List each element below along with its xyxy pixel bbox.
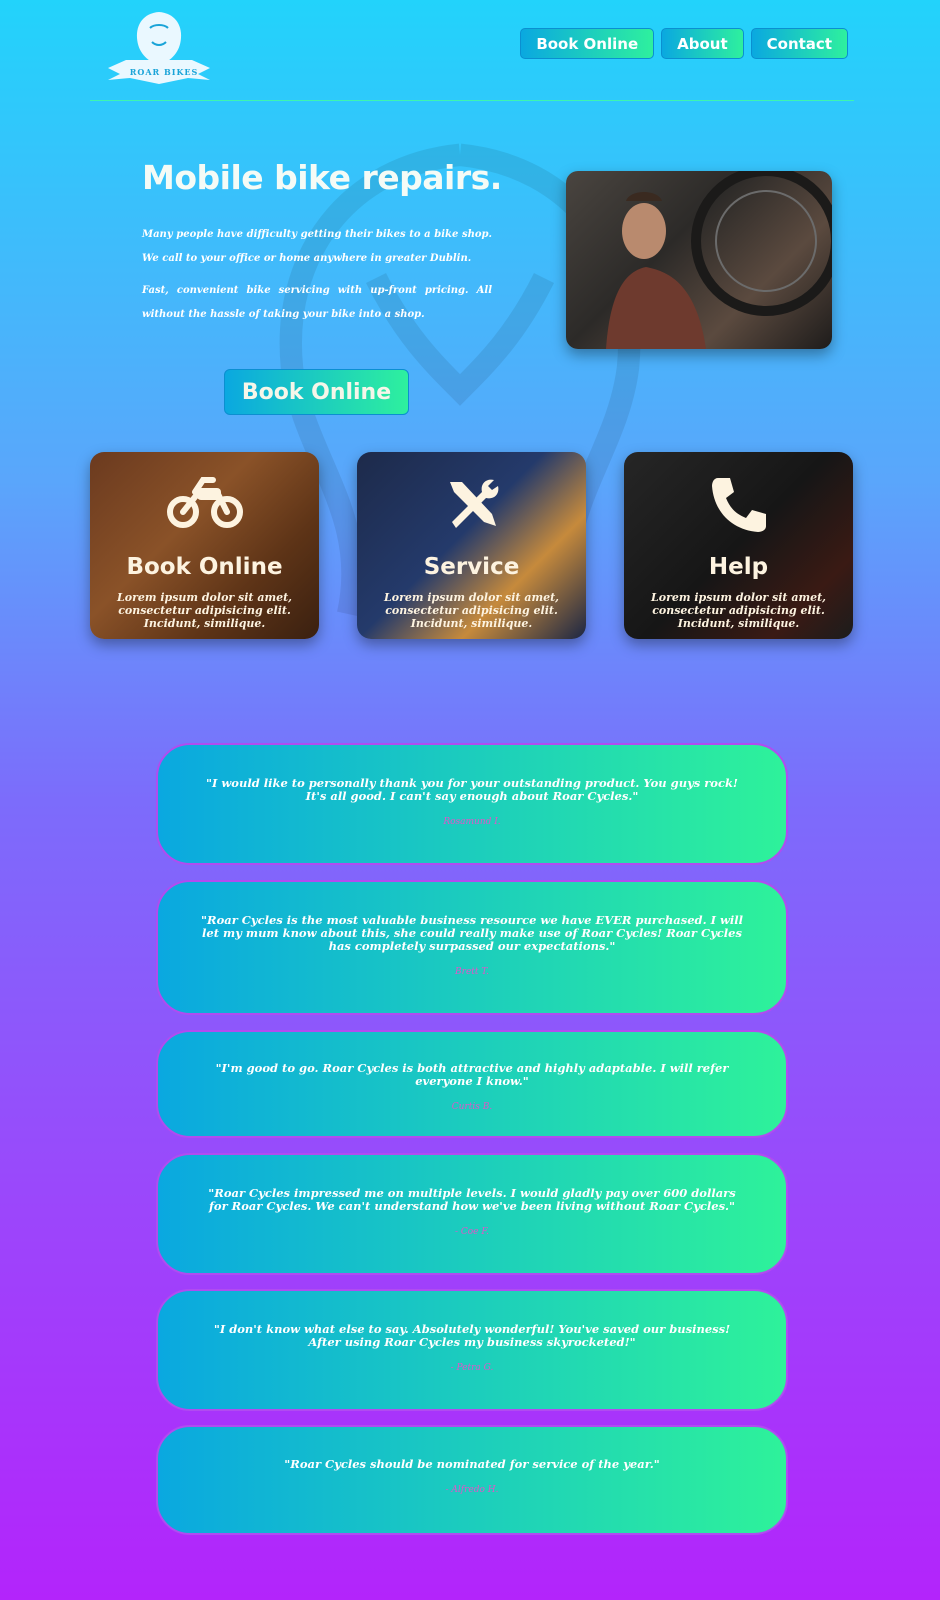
testimonial-card: "I would like to personally thank you fo… bbox=[156, 743, 788, 865]
nav-contact-button[interactable]: Contact bbox=[750, 28, 848, 59]
phone-icon bbox=[711, 478, 766, 532]
tools-icon bbox=[449, 479, 498, 528]
testimonial-card: "Roar Cycles should be nominated for ser… bbox=[156, 1425, 788, 1535]
testimonial-card: "I don't know what else to say. Absolute… bbox=[156, 1289, 788, 1411]
site-header: ROAR BIKES Book Online About Contact bbox=[90, 0, 854, 101]
main-nav: Book Online About Contact bbox=[520, 28, 848, 59]
card-text: Lorem ipsum dolor sit amet, consectetur … bbox=[384, 591, 559, 630]
card-title: Service bbox=[423, 554, 520, 580]
mechanic-photo bbox=[566, 171, 832, 349]
testimonial-quote: "Roar Cycles impressed me on multiple le… bbox=[208, 1186, 736, 1213]
nav-about-button[interactable]: About bbox=[661, 28, 744, 59]
card-book-online[interactable]: Book Online Lorem ipsum dolor sit amet, … bbox=[90, 452, 319, 639]
testimonial-author: - Petra G. bbox=[450, 1363, 494, 1373]
testimonial-author: - Coe F. bbox=[454, 1227, 490, 1237]
logo-text: ROAR BIKES bbox=[129, 67, 199, 77]
testimonial-author: Rosamund I. bbox=[443, 817, 501, 827]
roar-bikes-logo[interactable]: ROAR BIKES bbox=[102, 8, 216, 88]
testimonial-author: Brett T. bbox=[455, 967, 489, 977]
hero-paragraph: Fast, convenient bike servicing with up-… bbox=[142, 285, 492, 320]
card-title: Book Online bbox=[126, 554, 283, 580]
testimonial-card: "Roar Cycles impressed me on multiple le… bbox=[156, 1153, 788, 1275]
card-service[interactable]: Service Lorem ipsum dolor sit amet, cons… bbox=[357, 452, 586, 639]
testimonial-author: Curtis B. bbox=[451, 1102, 493, 1112]
testimonial-quote: "Roar Cycles should be nominated for ser… bbox=[284, 1457, 660, 1471]
hero-title: Mobile bike repairs. bbox=[142, 158, 502, 197]
motorcycle-icon bbox=[166, 477, 243, 528]
testimonial-card: "Roar Cycles is the most valuable busine… bbox=[156, 880, 788, 1015]
testimonial-quote: "Roar Cycles is the most valuable busine… bbox=[201, 913, 743, 953]
book-online-cta-button[interactable]: Book Online bbox=[224, 369, 409, 415]
testimonial-author: - Alfredo H. bbox=[445, 1485, 499, 1495]
card-title: Help bbox=[708, 554, 769, 580]
testimonial-quote: "I don't know what else to say. Absolute… bbox=[213, 1322, 731, 1349]
card-text: Lorem ipsum dolor sit amet, consectetur … bbox=[117, 591, 292, 630]
card-help[interactable]: Help Lorem ipsum dolor sit amet, consect… bbox=[624, 452, 853, 639]
nav-book-online-button[interactable]: Book Online bbox=[520, 28, 655, 59]
card-text: Lorem ipsum dolor sit amet, consectetur … bbox=[651, 591, 826, 630]
testimonial-quote: "I would like to personally thank you fo… bbox=[206, 776, 738, 803]
testimonial-quote: "I'm good to go. Roar Cycles is both att… bbox=[215, 1061, 729, 1088]
hero-paragraph: Many people have difficulty getting thei… bbox=[142, 229, 492, 264]
testimonial-card: "I'm good to go. Roar Cycles is both att… bbox=[156, 1030, 788, 1138]
